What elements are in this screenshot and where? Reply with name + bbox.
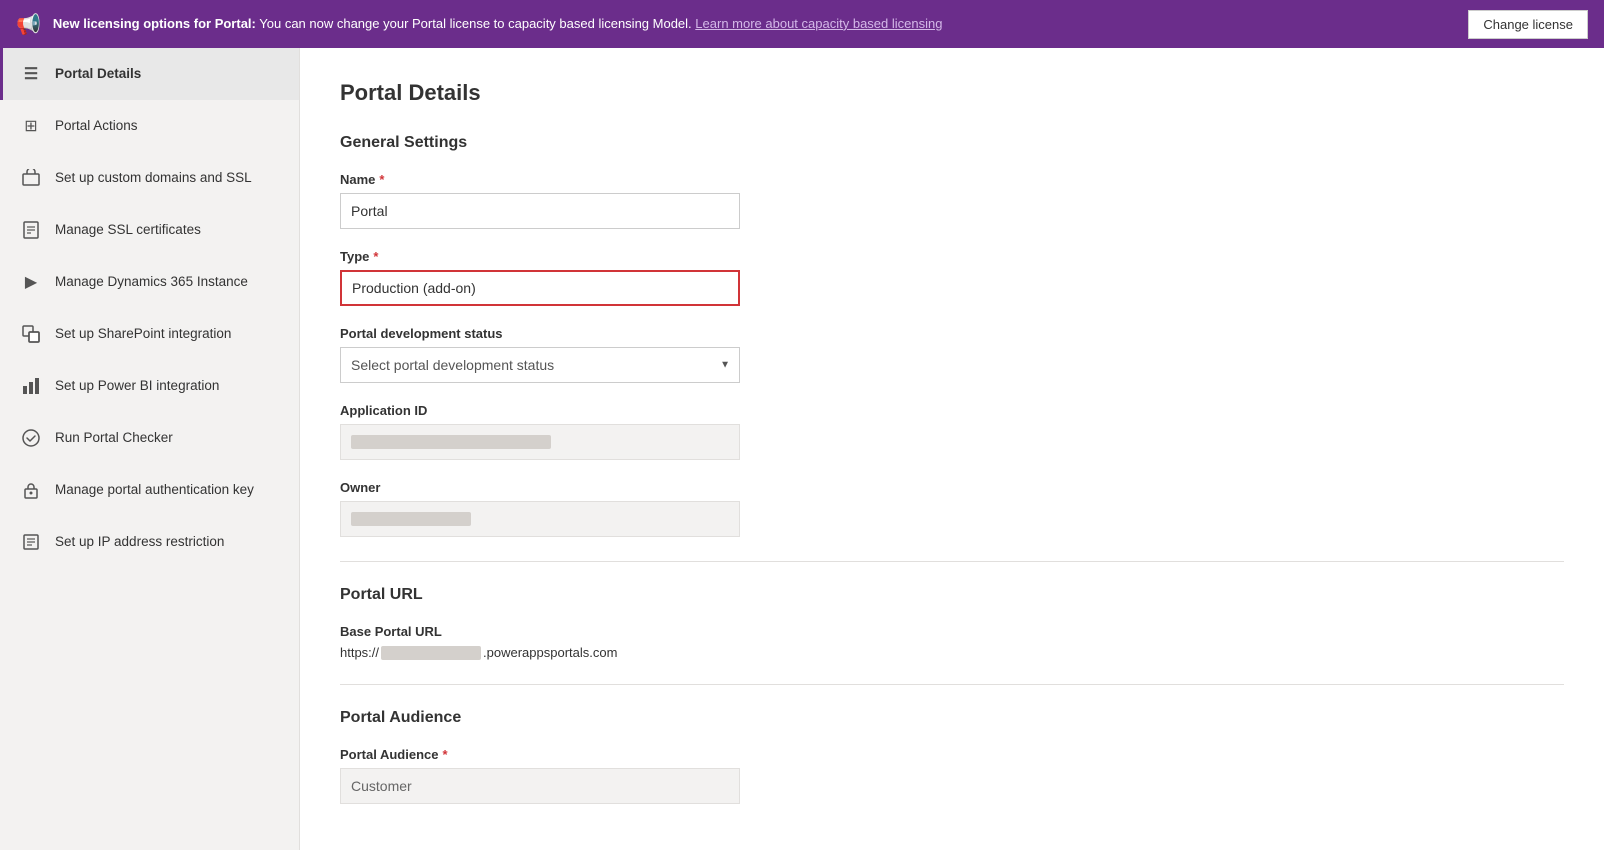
sidebar-item-power-bi[interactable]: Set up Power BI integration — [0, 360, 299, 412]
general-settings-title: General Settings — [340, 134, 1564, 152]
type-input[interactable] — [340, 270, 740, 306]
chart-icon — [19, 374, 43, 398]
sidebar-item-ip-restriction[interactable]: Set up IP address restriction — [0, 516, 299, 568]
type-required-star: * — [373, 249, 378, 264]
content-area: Portal Details General Settings Name * T… — [300, 48, 1604, 850]
main-layout: ☰ Portal Details ⊞ Portal Actions Set up… — [0, 48, 1604, 850]
name-required-star: * — [379, 172, 384, 187]
portal-audience-section: Portal Audience Portal Audience * Custom… — [340, 709, 1564, 804]
url-redacted — [381, 646, 481, 660]
name-input[interactable] — [340, 193, 740, 229]
dev-status-select[interactable]: Select portal development status — [340, 347, 740, 383]
lock-icon — [19, 478, 43, 502]
sidebar-item-portal-checker[interactable]: Run Portal Checker — [0, 412, 299, 464]
app-id-label: Application ID — [340, 403, 1564, 418]
banner-icon: 📢 — [16, 12, 41, 37]
audience-label: Portal Audience * — [340, 747, 1564, 762]
name-field-group: Name * — [340, 172, 1564, 229]
grid-icon: ⊞ — [19, 114, 43, 138]
sidebar-item-ssl-certs[interactable]: Manage SSL certificates — [0, 204, 299, 256]
portal-url-title: Portal URL — [340, 586, 1564, 604]
sidebar-item-custom-domains[interactable]: Set up custom domains and SSL — [0, 152, 299, 204]
base-url-field-group: Base Portal URL https:// .powerappsporta… — [340, 624, 1564, 660]
portal-url-section: Portal URL Base Portal URL https:// .pow… — [340, 586, 1564, 660]
owner-redacted — [351, 512, 471, 526]
sidebar-item-sharepoint[interactable]: Set up SharePoint integration — [0, 308, 299, 360]
dev-status-label: Portal development status — [340, 326, 1564, 341]
owner-field-group: Owner — [340, 480, 1564, 537]
list-icon: ☰ — [19, 62, 43, 86]
base-url-value: https:// .powerappsportals.com — [340, 645, 1564, 660]
domain-icon — [19, 166, 43, 190]
audience-value: Customer — [340, 768, 740, 804]
sharepoint-icon — [19, 322, 43, 346]
sidebar-item-auth-key[interactable]: Manage portal authentication key — [0, 464, 299, 516]
owner-label: Owner — [340, 480, 1564, 495]
app-id-field-group: Application ID — [340, 403, 1564, 460]
learn-more-link[interactable]: Learn more about capacity based licensin… — [695, 16, 942, 31]
app-id-redacted — [351, 435, 551, 449]
type-field-group: Type * — [340, 249, 1564, 306]
sidebar: ☰ Portal Details ⊞ Portal Actions Set up… — [0, 48, 300, 850]
sidebar-item-portal-details[interactable]: ☰ Portal Details — [0, 48, 299, 100]
owner-value — [340, 501, 740, 537]
name-label: Name * — [340, 172, 1564, 187]
base-url-label: Base Portal URL — [340, 624, 1564, 639]
banner-text: New licensing options for Portal: You ca… — [53, 15, 1456, 33]
licensing-banner: 📢 New licensing options for Portal: You … — [0, 0, 1604, 48]
dev-status-field-group: Portal development status Select portal … — [340, 326, 1564, 383]
certificate-icon — [19, 218, 43, 242]
change-license-button[interactable]: Change license — [1468, 10, 1588, 39]
page-title: Portal Details — [340, 80, 1564, 106]
app-id-value — [340, 424, 740, 460]
dev-status-select-wrapper: Select portal development status — [340, 347, 740, 383]
section-divider-1 — [340, 561, 1564, 562]
sidebar-item-portal-actions[interactable]: ⊞ Portal Actions — [0, 100, 299, 152]
audience-field-group: Portal Audience * Customer — [340, 747, 1564, 804]
play-icon: ▶ — [19, 270, 43, 294]
sidebar-item-dynamics-instance[interactable]: ▶ Manage Dynamics 365 Instance — [0, 256, 299, 308]
portal-audience-title: Portal Audience — [340, 709, 1564, 727]
general-settings-section: General Settings Name * Type * — [340, 134, 1564, 537]
checker-icon — [19, 426, 43, 450]
restriction-icon — [19, 530, 43, 554]
audience-required-star: * — [442, 747, 447, 762]
type-label: Type * — [340, 249, 1564, 264]
section-divider-2 — [340, 684, 1564, 685]
